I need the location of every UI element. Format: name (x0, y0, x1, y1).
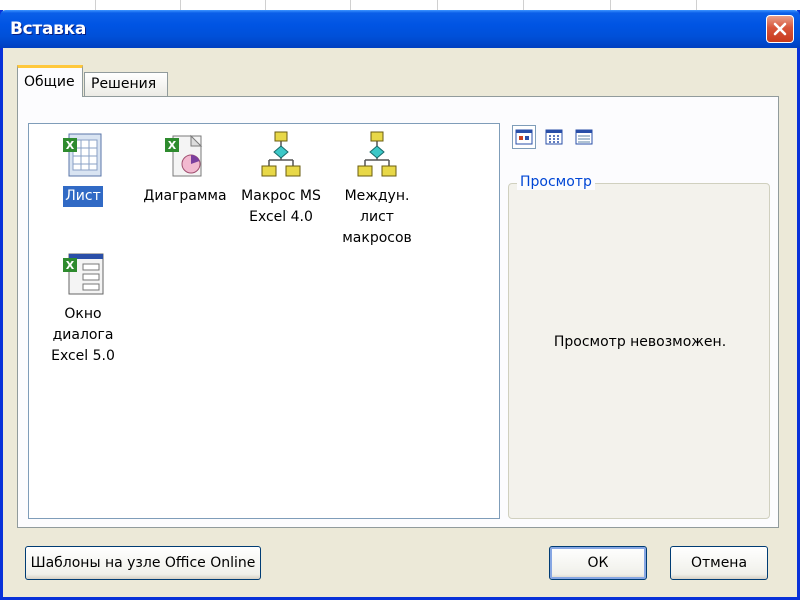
template-item-label: Окно диалога Excel 5.0 (51, 306, 115, 364)
svg-text:X: X (66, 259, 75, 272)
template-item-worksheet[interactable]: X Лист (37, 130, 129, 207)
chart-sheet-icon: X (165, 134, 203, 177)
tab-solutions-label: Решения (91, 76, 157, 92)
template-item-dialog-sheet[interactable]: X Окно диалога Excel 5.0 (37, 248, 129, 367)
preview-message: Просмотр невозможен. (553, 334, 727, 350)
dialog-sheet-icon: X (63, 253, 104, 295)
tab-general-label: Общие (24, 74, 75, 90)
list-view-button[interactable] (542, 125, 566, 149)
preview-legend: Просмотр (517, 174, 595, 190)
template-item-international-macro[interactable]: Междун. лист макросов (331, 130, 423, 249)
large-icons-view-button[interactable] (512, 125, 536, 149)
template-item-macro-sheet[interactable]: Макрос MS Excel 4.0 (235, 130, 327, 228)
dialog-title: Вставка (10, 19, 87, 39)
worksheet-icon: X (63, 133, 102, 177)
insert-dialog: Вставка Общие Решения X Лист X Диаграмма… (0, 10, 800, 600)
template-icon-list[interactable]: X Лист X Диаграмма Макрос MS Excel 4.0 М… (28, 123, 500, 519)
macro-sheet-icon (261, 131, 301, 177)
close-icon (773, 22, 787, 36)
preview-group: Просмотр Просмотр невозможен. (508, 174, 770, 519)
svg-text:X: X (168, 139, 177, 152)
details-view-icon (575, 129, 593, 145)
template-item-label: Междун. лист макросов (342, 188, 412, 246)
international-macro-sheet-icon (357, 131, 397, 177)
template-item-chart[interactable]: X Диаграмма (139, 130, 231, 207)
tab-panel-general: X Лист X Диаграмма Макрос MS Excel 4.0 М… (17, 96, 779, 528)
template-item-label: Макрос MS Excel 4.0 (241, 188, 321, 225)
svg-text:X: X (66, 139, 75, 152)
tab-general[interactable]: Общие (17, 65, 83, 97)
template-item-label: Лист (63, 186, 103, 207)
large-icons-view-icon (515, 129, 533, 145)
template-item-label: Диаграмма (143, 188, 227, 204)
office-online-templates-button[interactable]: Шаблоны на узле Office Online (25, 546, 261, 580)
list-view-icon (545, 129, 563, 145)
details-view-button[interactable] (572, 125, 596, 149)
ok-button[interactable]: ОК (549, 546, 647, 580)
cancel-button[interactable]: Отмена (670, 546, 768, 580)
tab-solutions[interactable]: Решения (84, 72, 168, 96)
title-bar[interactable]: Вставка (0, 10, 800, 48)
close-button[interactable] (766, 15, 794, 43)
